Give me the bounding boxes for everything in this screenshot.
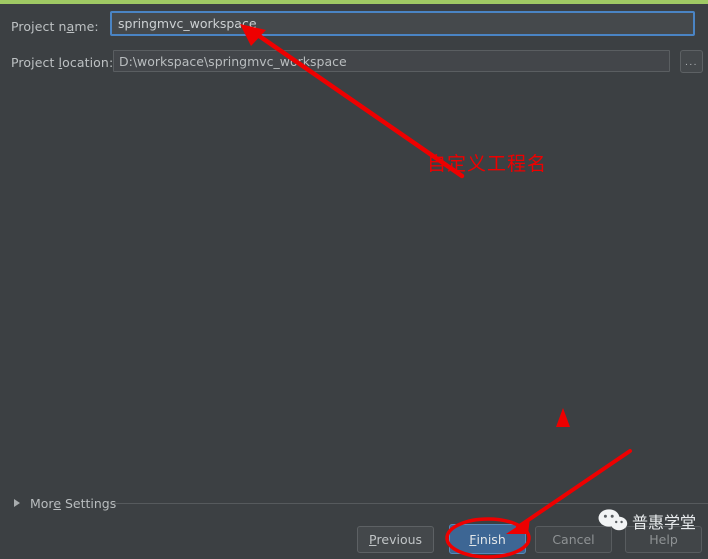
project-name-input[interactable] — [110, 11, 695, 36]
annotation-triangle-marker — [556, 408, 570, 427]
project-location-row: Project location: — [11, 50, 114, 74]
project-name-row: Project name: — [11, 14, 111, 38]
watermark-brand: 普惠学堂 — [632, 513, 697, 532]
project-location-input[interactable] — [113, 50, 670, 72]
browse-location-button[interactable]: ... — [680, 50, 703, 73]
more-settings-toggle[interactable]: More Settings — [14, 495, 116, 511]
new-project-wizard-dialog: Project name: Project location: ... More… — [0, 0, 708, 559]
finish-button[interactable]: Finish — [449, 524, 526, 554]
project-name-label: Project name: — [11, 18, 99, 34]
annotation-overlay — [240, 24, 632, 559]
top-accent-bar — [0, 0, 708, 4]
chevron-right-icon — [14, 499, 20, 507]
annotation-note-text: 自定义工程名 — [427, 153, 548, 175]
more-settings-divider — [112, 503, 708, 504]
wechat-logo-icon — [598, 509, 628, 531]
watermark: 普惠学堂 — [598, 509, 696, 533]
project-location-label: Project location: — [11, 54, 114, 70]
more-settings-label: More Settings — [30, 495, 117, 511]
previous-button[interactable]: Previous — [357, 526, 434, 553]
